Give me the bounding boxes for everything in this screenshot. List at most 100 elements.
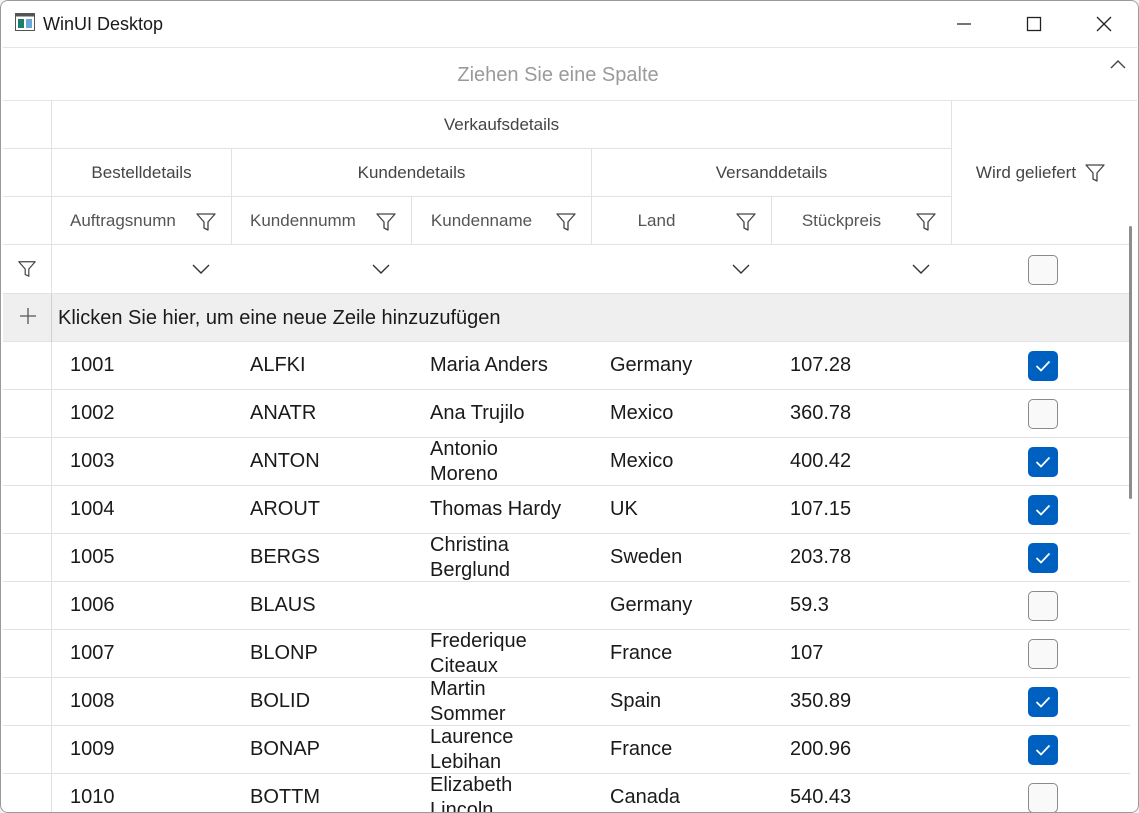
filter-icon[interactable] <box>375 211 397 233</box>
filter-icon[interactable] <box>195 211 217 233</box>
delivered-checkbox[interactable] <box>1028 399 1058 429</box>
cell-customer-name[interactable]: Elizabeth Lincoln <box>412 774 592 812</box>
cell-unit-price[interactable]: 350.89 <box>772 678 952 726</box>
cell-country[interactable]: France <box>592 630 772 678</box>
cell-customer-id[interactable]: ANTON <box>232 438 412 486</box>
filter-checkbox[interactable] <box>1028 255 1058 285</box>
delivered-checkbox[interactable] <box>1028 543 1058 573</box>
cell-customer-name[interactable]: Antonio Moreno <box>412 438 592 486</box>
cell-country[interactable]: Germany <box>592 582 772 630</box>
cell-customer-id[interactable]: AROUT <box>232 486 412 534</box>
group-drop-area[interactable]: Ziehen Sie eine Spalte <box>3 47 1137 101</box>
cell-order-number[interactable]: 1009 <box>52 726 232 774</box>
row-header-cell[interactable] <box>3 630 52 678</box>
cell-order-number[interactable]: 1010 <box>52 774 232 812</box>
title-bar: WinUI Desktop <box>1 1 1138 47</box>
cell-order-number[interactable]: 1005 <box>52 534 232 582</box>
cell-customer-name[interactable] <box>412 582 592 630</box>
cell-unit-price[interactable]: 107.15 <box>772 486 952 534</box>
column-header-land[interactable]: Land <box>592 197 772 245</box>
cell-customer-name[interactable]: Thomas Hardy <box>412 486 592 534</box>
cell-unit-price[interactable]: 540.43 <box>772 774 952 812</box>
cell-customer-name[interactable]: Laurence Lebihan <box>412 726 592 774</box>
cell-country[interactable]: Sweden <box>592 534 772 582</box>
cell-order-number[interactable]: 1001 <box>52 342 232 390</box>
row-header-cell[interactable] <box>3 726 52 774</box>
filter-cell-stueckpreis[interactable] <box>772 245 952 294</box>
filter-icon[interactable] <box>735 211 757 233</box>
cell-unit-price[interactable]: 203.78 <box>772 534 952 582</box>
close-button[interactable] <box>1069 1 1138 47</box>
chevron-down-icon[interactable] <box>732 263 750 275</box>
column-header-stueckpreis[interactable]: Stückpreis <box>772 197 952 245</box>
cell-order-number[interactable]: 1002 <box>52 390 232 438</box>
filter-cell-kundenname[interactable] <box>412 245 592 294</box>
cell-customer-id[interactable]: BLAUS <box>232 582 412 630</box>
cell-order-number[interactable]: 1006 <box>52 582 232 630</box>
cell-order-number[interactable]: 1007 <box>52 630 232 678</box>
row-header-cell[interactable] <box>3 486 52 534</box>
filter-icon[interactable] <box>1084 162 1106 184</box>
minimize-button[interactable] <box>929 1 999 47</box>
row-header-cell[interactable] <box>3 390 52 438</box>
delivered-checkbox[interactable] <box>1028 783 1058 812</box>
row-header-cell[interactable] <box>3 678 52 726</box>
cell-order-number[interactable]: 1004 <box>52 486 232 534</box>
cell-unit-price[interactable]: 59.3 <box>772 582 952 630</box>
column-header-kundennummer[interactable]: Kundennumm <box>232 197 412 245</box>
cell-country[interactable]: Spain <box>592 678 772 726</box>
filter-icon[interactable] <box>555 211 577 233</box>
cell-customer-name[interactable]: Christina Berglund <box>412 534 592 582</box>
delivered-checkbox[interactable] <box>1028 591 1058 621</box>
delivered-checkbox[interactable] <box>1028 351 1058 381</box>
column-header-auftragsnummer[interactable]: Auftragsnumn <box>52 197 232 245</box>
cell-customer-id[interactable]: ANATR <box>232 390 412 438</box>
delivered-checkbox[interactable] <box>1028 639 1058 669</box>
filter-cell-kundennummer[interactable] <box>232 245 412 294</box>
cell-country[interactable]: Canada <box>592 774 772 812</box>
cell-unit-price[interactable]: 360.78 <box>772 390 952 438</box>
cell-unit-price[interactable]: 400.42 <box>772 438 952 486</box>
cell-customer-id[interactable]: BOLID <box>232 678 412 726</box>
delivered-checkbox[interactable] <box>1028 447 1058 477</box>
cell-customer-id[interactable]: BOTTM <box>232 774 412 812</box>
cell-unit-price[interactable]: 200.96 <box>772 726 952 774</box>
cell-country[interactable]: Germany <box>592 342 772 390</box>
column-header-wird-geliefert[interactable]: Wird geliefert <box>952 101 1130 245</box>
column-header-kundenname[interactable]: Kundenname <box>412 197 592 245</box>
cell-unit-price[interactable]: 107.28 <box>772 342 952 390</box>
chevron-up-icon[interactable] <box>1109 58 1127 72</box>
maximize-button[interactable] <box>999 1 1069 47</box>
delivered-checkbox[interactable] <box>1028 735 1058 765</box>
vertical-scrollbar[interactable] <box>1129 226 1132 499</box>
row-header-cell[interactable] <box>3 342 52 390</box>
chevron-down-icon[interactable] <box>912 263 930 275</box>
chevron-down-icon[interactable] <box>192 263 210 275</box>
cell-customer-id[interactable]: BLONP <box>232 630 412 678</box>
row-header-cell[interactable] <box>3 534 52 582</box>
chevron-down-icon[interactable] <box>372 263 390 275</box>
cell-customer-name[interactable]: Frederique Citeaux <box>412 630 592 678</box>
cell-order-number[interactable]: 1003 <box>52 438 232 486</box>
cell-customer-id[interactable]: ALFKI <box>232 342 412 390</box>
row-header-cell[interactable] <box>3 438 52 486</box>
cell-customer-name[interactable]: Martin Sommer <box>412 678 592 726</box>
cell-unit-price[interactable]: 107 <box>772 630 952 678</box>
cell-order-number[interactable]: 1008 <box>52 678 232 726</box>
cell-country[interactable]: Mexico <box>592 438 772 486</box>
delivered-checkbox[interactable] <box>1028 495 1058 525</box>
filter-cell-land[interactable] <box>592 245 772 294</box>
cell-country[interactable]: Mexico <box>592 390 772 438</box>
cell-country[interactable]: France <box>592 726 772 774</box>
row-header-cell[interactable] <box>3 774 52 812</box>
filter-icon[interactable] <box>915 211 937 233</box>
cell-customer-id[interactable]: BERGS <box>232 534 412 582</box>
row-header-cell[interactable] <box>3 582 52 630</box>
cell-customer-name[interactable]: Ana Trujilo <box>412 390 592 438</box>
add-new-row[interactable]: Klicken Sie hier, um eine neue Zeile hin… <box>3 294 1130 342</box>
filter-cell-auftragsnummer[interactable] <box>52 245 232 294</box>
cell-customer-name[interactable]: Maria Anders <box>412 342 592 390</box>
cell-country[interactable]: UK <box>592 486 772 534</box>
cell-customer-id[interactable]: BONAP <box>232 726 412 774</box>
delivered-checkbox[interactable] <box>1028 687 1058 717</box>
